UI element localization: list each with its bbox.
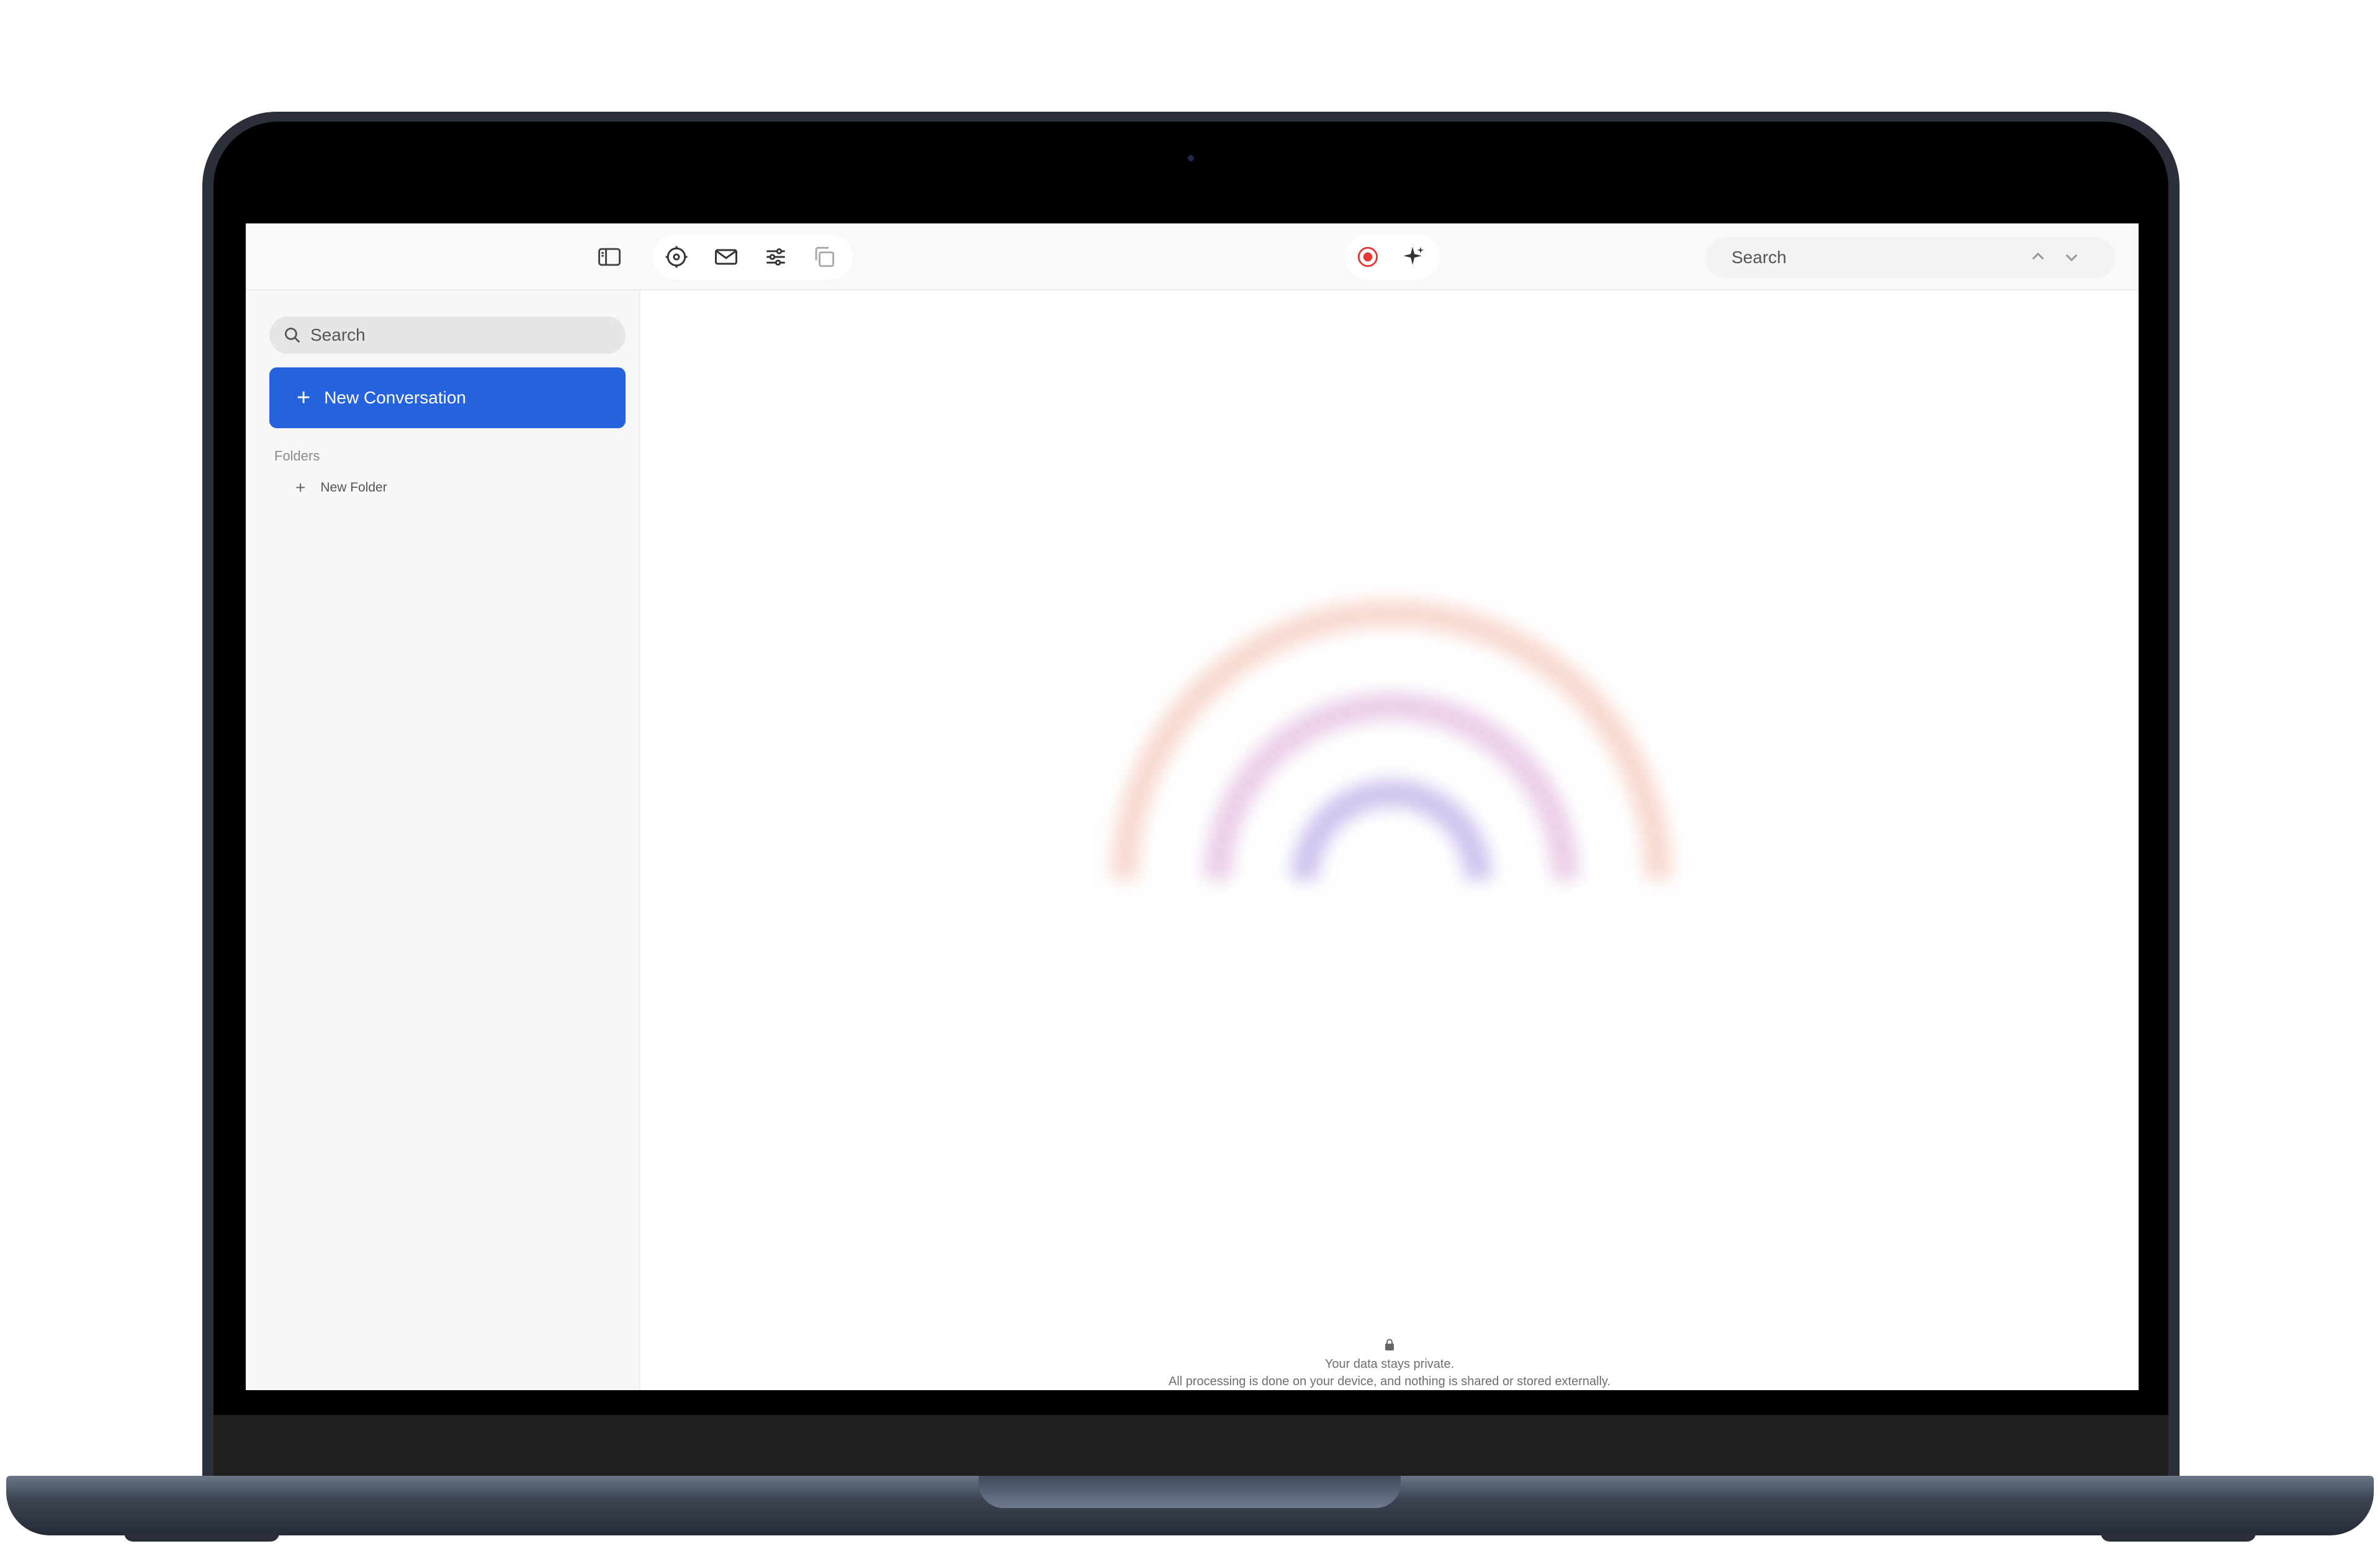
privacy-title: Your data stays private. <box>1324 1357 1455 1371</box>
mail-icon[interactable] <box>709 240 743 274</box>
lock-icon <box>1385 1339 1394 1350</box>
toolbar: Search <box>246 223 2139 290</box>
laptop-foot-left <box>124 1533 279 1542</box>
laptop-notch <box>979 1476 1401 1508</box>
laptop-foot-right <box>2101 1533 2256 1542</box>
plus-icon: + <box>297 385 311 411</box>
sidebar-search-input[interactable]: Search <box>269 317 626 354</box>
new-conversation-label: New Conversation <box>324 388 466 407</box>
sparkle-icon[interactable] <box>1396 240 1431 274</box>
folders-heading: Folders <box>274 448 320 464</box>
sidebar: Search + New Conversation Folders + New … <box>246 290 640 1390</box>
camera-dot <box>1188 155 1194 161</box>
chevron-up-icon[interactable] <box>2026 245 2050 274</box>
chevron-down-icon[interactable] <box>2059 245 2084 274</box>
new-folder-label: New Folder <box>320 480 387 495</box>
search-nav <box>2026 245 2084 274</box>
record-icon[interactable] <box>1350 240 1385 274</box>
sliders-icon[interactable] <box>758 240 793 274</box>
main-content: Your data stays private. All processing … <box>640 290 2139 1390</box>
privacy-detail: All processing is done on your device, a… <box>1168 1375 1611 1388</box>
gear-icon[interactable] <box>659 240 694 274</box>
toolbar-search-placeholder: Search <box>1731 248 1787 267</box>
sidebar-toggle-icon[interactable] <box>592 240 627 274</box>
copy-icon[interactable] <box>807 240 842 274</box>
privacy-notice: Your data stays private. All processing … <box>640 1338 2139 1390</box>
rainbow-illustration <box>1111 600 1672 881</box>
new-conversation-button[interactable]: + New Conversation <box>269 367 626 428</box>
app-window: Search Search + New Conversation Folders… <box>246 223 2139 1390</box>
toolbar-search-input[interactable]: Search <box>1705 237 2115 278</box>
search-icon <box>284 327 300 343</box>
new-folder-button[interactable]: + New Folder <box>295 477 387 499</box>
sidebar-search-placeholder: Search <box>310 325 366 344</box>
laptop-hinge <box>213 1415 2168 1477</box>
device-mockup: Search Search + New Conversation Folders… <box>0 0 2380 1554</box>
plus-icon: + <box>295 478 306 497</box>
